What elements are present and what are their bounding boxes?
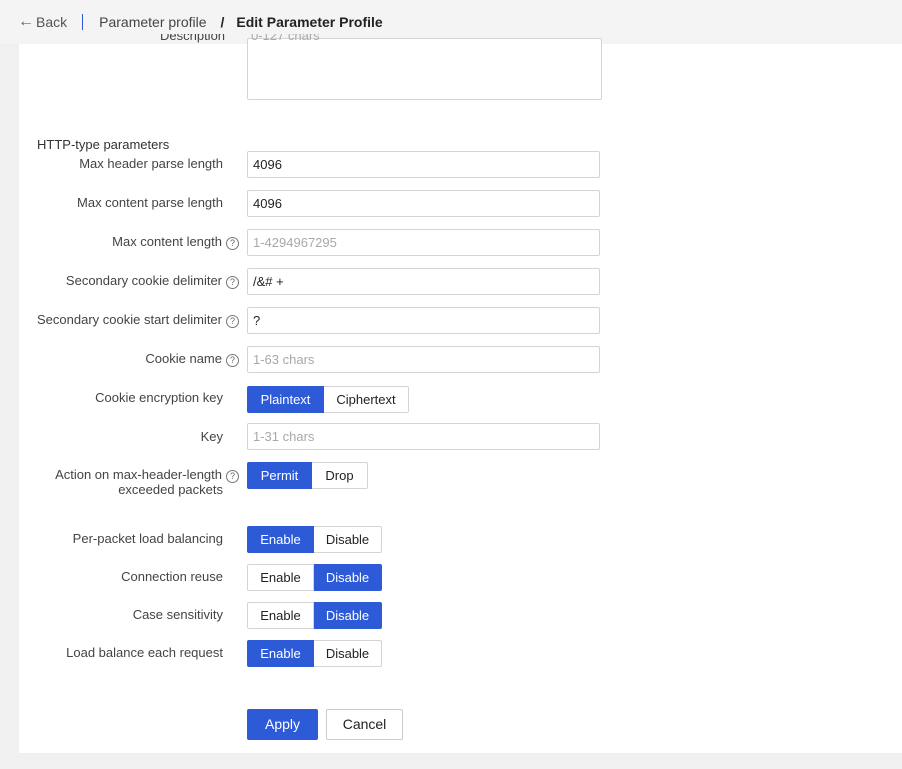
arrow-left-icon: ← [18, 13, 34, 30]
disable-option[interactable]: Disable [314, 640, 382, 667]
breadcrumb-separator: / [220, 14, 225, 30]
cancel-button[interactable]: Cancel [326, 709, 403, 740]
max-header-parse-length-label: Max header parse length [79, 156, 223, 171]
per-packet-lb-toggle: Enable Disable [247, 526, 382, 553]
disable-option[interactable]: Disable [314, 526, 382, 553]
max-content-length-label: Max content length? [112, 234, 239, 250]
help-icon[interactable]: ? [226, 354, 239, 367]
key-label: Key [200, 429, 223, 444]
secondary-cookie-delimiter-input[interactable]: /&# + [247, 268, 600, 295]
plaintext-option[interactable]: Plaintext [247, 386, 324, 413]
description-label: Description [160, 34, 226, 43]
description-placeholder: 0-127 chars [251, 34, 320, 43]
permit-option[interactable]: Permit [247, 462, 312, 489]
back-label: Back [36, 14, 68, 30]
page-title: Edit Parameter Profile [236, 14, 383, 30]
max-content-length-input[interactable]: 1-4294967295 [247, 229, 600, 256]
secondary-cookie-start-delimiter-label: Secondary cookie start delimiter? [37, 312, 239, 328]
back-button[interactable]: ← Back [18, 13, 67, 31]
disable-option[interactable]: Disable [314, 564, 382, 591]
secondary-cookie-delimiter-label: Secondary cookie delimiter? [66, 273, 239, 289]
help-icon[interactable]: ? [226, 315, 239, 328]
connection-reuse-toggle: Enable Disable [247, 564, 382, 591]
cookie-encryption-key-label: Cookie encryption key [95, 390, 223, 405]
per-packet-lb-label: Per-packet load balancing [72, 531, 223, 546]
ciphertext-option[interactable]: Ciphertext [324, 386, 409, 413]
lb-each-request-label: Load balance each request [66, 645, 223, 660]
case-sensitivity-toggle: Enable Disable [247, 602, 382, 629]
enable-option[interactable]: Enable [247, 640, 314, 667]
cookie-name-input[interactable]: 1-63 chars [247, 346, 600, 373]
enable-option[interactable]: Enable [247, 564, 314, 591]
max-header-parse-length-input[interactable]: 4096 [247, 151, 600, 178]
enable-option[interactable]: Enable [247, 602, 314, 629]
secondary-cookie-start-delimiter-input[interactable]: ? [247, 307, 600, 334]
max-content-parse-length-label: Max content parse length [77, 195, 223, 210]
enable-option[interactable]: Enable [247, 526, 314, 553]
header-divider [82, 14, 84, 30]
section-title-http: HTTP-type parameters [37, 137, 170, 152]
help-icon[interactable]: ? [226, 276, 239, 289]
cookie-encryption-key-toggle: Plaintext Ciphertext [247, 386, 409, 413]
description-textarea[interactable] [247, 38, 602, 100]
action-max-header-label: Action on max-header-length? exceeded pa… [55, 468, 239, 497]
drop-option[interactable]: Drop [312, 462, 368, 489]
lb-each-request-toggle: Enable Disable [247, 640, 382, 667]
apply-button[interactable]: Apply [247, 709, 318, 740]
cookie-name-label: Cookie name? [145, 351, 239, 367]
breadcrumb-parameter-profile[interactable]: Parameter profile [99, 14, 206, 30]
case-sensitivity-label: Case sensitivity [132, 607, 223, 622]
help-icon[interactable]: ? [226, 237, 239, 250]
max-content-parse-length-input[interactable]: 4096 [247, 190, 600, 217]
help-icon[interactable]: ? [226, 470, 239, 483]
disable-option[interactable]: Disable [314, 602, 382, 629]
connection-reuse-label: Connection reuse [121, 569, 223, 584]
key-input[interactable]: 1-31 chars [247, 423, 600, 450]
action-max-header-toggle: Permit Drop [247, 462, 368, 489]
